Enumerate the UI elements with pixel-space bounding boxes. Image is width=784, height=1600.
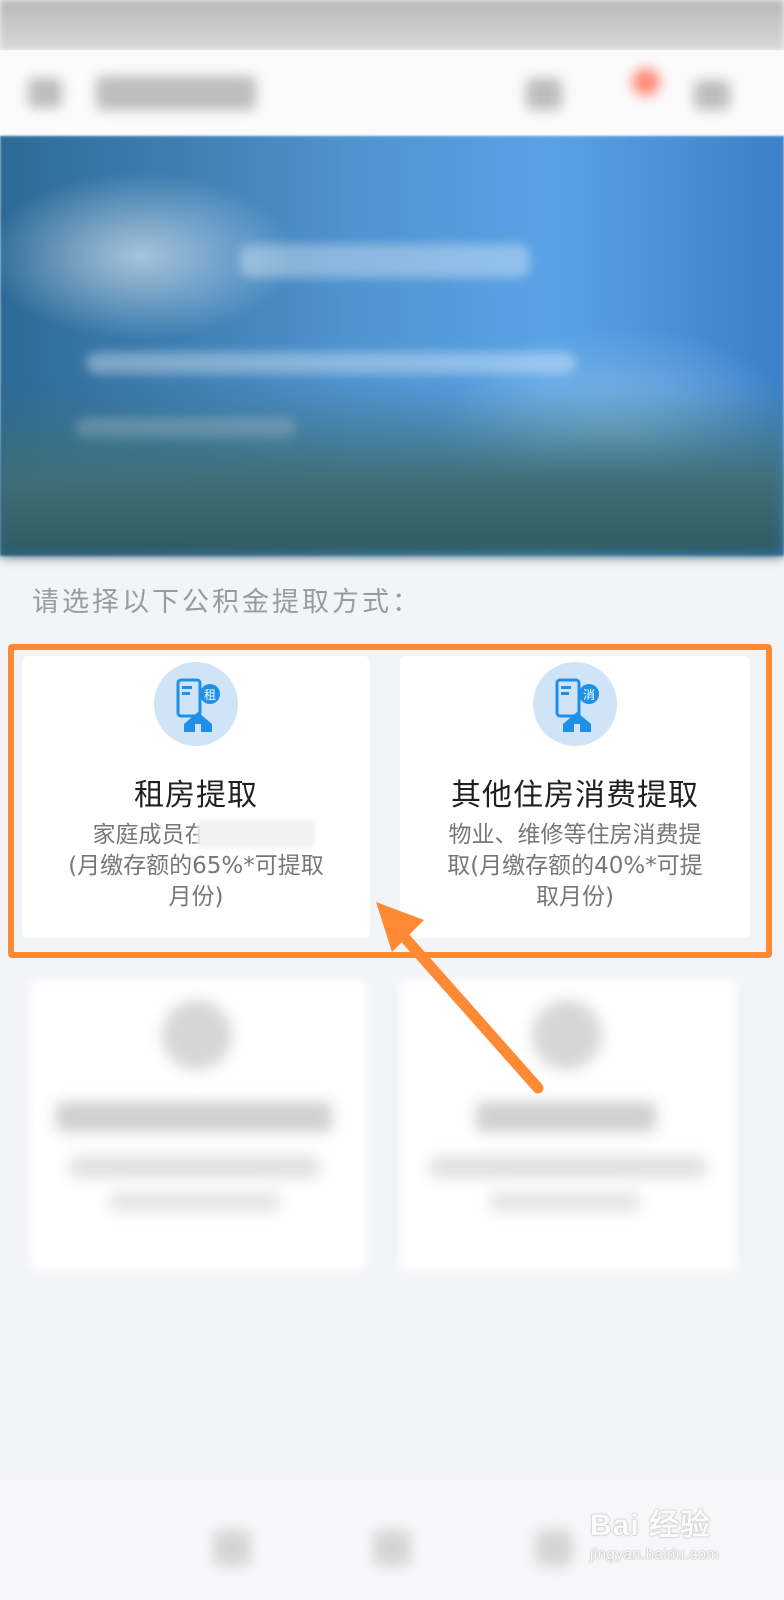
rent-withdrawal-title: 租房提取 — [134, 778, 258, 813]
desc-line: 物业、维修等住房消费提 — [448, 822, 702, 848]
back-icon[interactable] — [28, 78, 62, 108]
redaction-mask — [197, 820, 315, 848]
consumption-icon: 消 — [533, 662, 617, 746]
blurred-title — [56, 1102, 332, 1132]
banner-subtext-blurred — [86, 352, 576, 374]
consumption-badge-text: 消 — [583, 688, 595, 702]
tab-icon[interactable] — [374, 1530, 410, 1566]
nav-title-blurred — [96, 76, 256, 110]
more-icon[interactable] — [694, 80, 730, 110]
blurred-icon — [162, 1000, 232, 1070]
watermark-sub: jingyan.baidu.com — [590, 1546, 720, 1563]
desc-line: 取月份) — [536, 884, 614, 910]
blurred-option-card[interactable] — [30, 980, 366, 1270]
blurred-desc — [430, 1156, 706, 1178]
baidu-jingyan-watermark: Bai 经验 jingyan.baidu.com — [590, 1500, 719, 1563]
status-bar — [0, 0, 784, 50]
blurred-title — [476, 1102, 656, 1132]
blurred-desc — [70, 1156, 320, 1178]
rent-icon: 租 — [154, 662, 238, 746]
selection-prompt: 请选择以下公积金提取方式： — [32, 587, 422, 618]
hero-banner — [0, 136, 784, 556]
blurred-desc — [110, 1192, 280, 1212]
nav-bar — [0, 50, 784, 137]
banner-headline-blurred — [240, 244, 530, 278]
other-housing-withdrawal-description: 物业、维修等住房消费提 取(月缴存额的40%*可提 取月份) — [424, 820, 726, 913]
banner-city-image — [0, 386, 784, 556]
nav-action-icon[interactable] — [526, 78, 562, 110]
other-housing-withdrawal-title: 其他住房消费提取 — [451, 778, 699, 813]
rent-withdrawal-card[interactable]: 租 租房提取 家庭成员在深圳无房 (月缴存额的65%*可提取 月份) — [22, 656, 370, 938]
blurred-desc — [490, 1192, 640, 1212]
other-housing-withdrawal-card[interactable]: 消 其他住房消费提取 物业、维修等住房消费提 取(月缴存额的40%*可提 取月份… — [400, 656, 750, 938]
desc-line: 取(月缴存额的40%*可提 — [447, 853, 703, 879]
notification-badge-icon[interactable] — [632, 68, 660, 96]
rent-badge-text: 租 — [204, 688, 216, 702]
blurred-option-card[interactable] — [400, 980, 736, 1270]
tab-icon[interactable] — [536, 1530, 572, 1566]
desc-line: 月份) — [168, 884, 224, 910]
blurred-icon — [532, 1000, 602, 1070]
tab-icon[interactable] — [214, 1530, 250, 1566]
desc-line: (月缴存额的65%*可提取 — [68, 853, 324, 879]
watermark-main: Bai 经验 — [590, 1509, 712, 1542]
